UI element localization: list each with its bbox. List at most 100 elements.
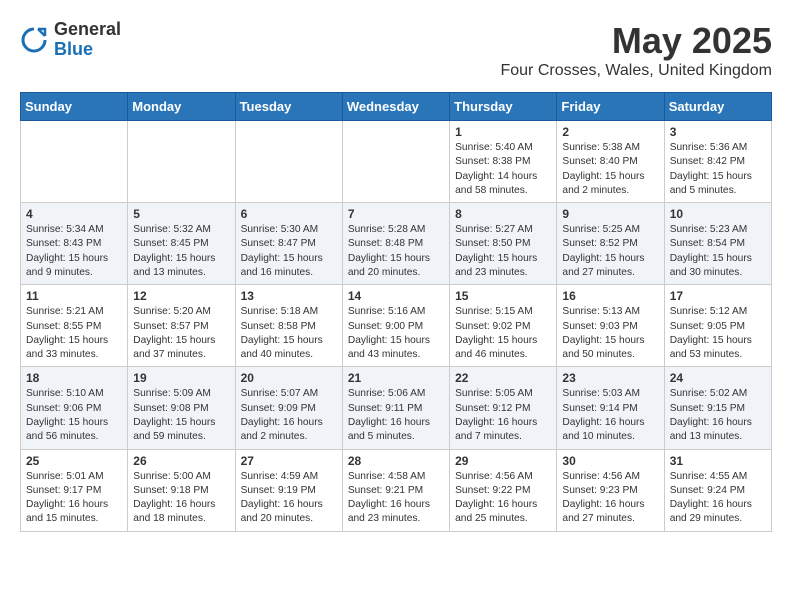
calendar-cell [21,121,128,203]
month-title: May 2025 [500,20,772,62]
day-info: Sunrise: 4:56 AMSunset: 9:22 PMDaylight:… [455,470,551,527]
calendar-cell: 25 Sunrise: 5:01 AMSunset: 9:17 PMDayligh… [21,449,128,531]
day-info: Sunrise: 5:16 AMSunset: 9:00 PMDaylight:… [348,305,444,362]
day-info: Sunrise: 5:05 AMSunset: 9:12 PMDaylight:… [455,387,551,444]
day-info: Sunrise: 5:10 AMSunset: 9:06 PMDaylight:… [26,387,122,444]
calendar-week-row: 18 Sunrise: 5:10 AMSunset: 9:06 PMDayligh… [21,367,772,449]
day-info: Sunrise: 5:23 AMSunset: 8:54 PMDaylight:… [670,223,766,280]
calendar-week-row: 25 Sunrise: 5:01 AMSunset: 9:17 PMDayligh… [21,449,772,531]
calendar-cell: 14 Sunrise: 5:16 AMSunset: 9:00 PMDayligh… [342,285,449,367]
day-info: Sunrise: 5:18 AMSunset: 8:58 PMDaylight:… [241,305,337,362]
day-info: Sunrise: 4:58 AMSunset: 9:21 PMDaylight:… [348,470,444,527]
day-number: 18 [26,371,122,385]
day-number: 21 [348,371,444,385]
day-info: Sunrise: 5:07 AMSunset: 9:09 PMDaylight:… [241,387,337,444]
day-number: 28 [348,454,444,468]
day-number: 8 [455,207,551,221]
day-info: Sunrise: 4:56 AMSunset: 9:23 PMDaylight:… [562,470,658,527]
day-number: 20 [241,371,337,385]
day-info: Sunrise: 5:28 AMSunset: 8:48 PMDaylight:… [348,223,444,280]
weekday-saturday: Saturday [664,93,771,121]
calendar-cell: 16 Sunrise: 5:13 AMSunset: 9:03 PMDayligh… [557,285,664,367]
calendar-cell: 12Sunrise: 5:20 AMSunset: 8:57 PMDayligh… [128,285,235,367]
weekday-friday: Friday [557,93,664,121]
day-number: 16 [562,289,658,303]
day-info: Sunrise: 5:36 AMSunset: 8:42 PMDaylight:… [670,141,766,198]
calendar-cell: 24 Sunrise: 5:02 AMSunset: 9:15 PMDayligh… [664,367,771,449]
day-info: Sunrise: 5:34 AMSunset: 8:43 PMDaylight:… [26,223,122,280]
logo-icon [20,26,48,54]
day-number: 29 [455,454,551,468]
logo: General Blue [20,20,121,60]
day-info: Sunrise: 5:06 AMSunset: 9:11 PMDaylight:… [348,387,444,444]
day-number: 19 [133,371,229,385]
location: Four Crosses, Wales, United Kingdom [500,62,772,80]
calendar-cell: 5 Sunrise: 5:32 AMSunset: 8:45 PMDaylight… [128,203,235,285]
day-info: Sunrise: 5:25 AMSunset: 8:52 PMDaylight:… [562,223,658,280]
calendar-week-row: 4 Sunrise: 5:34 AMSunset: 8:43 PMDaylight… [21,203,772,285]
day-number: 23 [562,371,658,385]
day-number: 4 [26,207,122,221]
day-number: 27 [241,454,337,468]
day-info: Sunrise: 5:13 AMSunset: 9:03 PMDaylight:… [562,305,658,362]
day-number: 17 [670,289,766,303]
logo-blue-text: Blue [54,39,93,59]
page-container: General Blue May 2025 Four Crosses, Wale… [0,0,792,542]
weekday-tuesday: Tuesday [235,93,342,121]
day-number: 22 [455,371,551,385]
day-number: 6 [241,207,337,221]
weekday-header-row: SundayMondayTuesdayWednesdayThursdayFrid… [21,93,772,121]
day-number: 9 [562,207,658,221]
calendar-week-row: 11 Sunrise: 5:21 AMSunset: 8:55 PMDayligh… [21,285,772,367]
calendar-cell: 10 Sunrise: 5:23 AMSunset: 8:54 PMDayligh… [664,203,771,285]
day-number: 1 [455,125,551,139]
calendar-cell: 29 Sunrise: 4:56 AMSunset: 9:22 PMDayligh… [450,449,557,531]
calendar-cell: 3Sunrise: 5:36 AMSunset: 8:42 PMDaylight… [664,121,771,203]
calendar-cell: 23Sunrise: 5:03 AMSunset: 9:14 PMDayligh… [557,367,664,449]
calendar-cell: 21 Sunrise: 5:06 AMSunset: 9:11 PMDayligh… [342,367,449,449]
calendar-week-row: 1 Sunrise: 5:40 AMSunset: 8:38 PMDaylight… [21,121,772,203]
day-info: Sunrise: 5:09 AMSunset: 9:08 PMDaylight:… [133,387,229,444]
day-number: 5 [133,207,229,221]
day-number: 26 [133,454,229,468]
day-info: Sunrise: 5:20 AMSunset: 8:57 PMDaylight:… [133,305,229,362]
day-number: 7 [348,207,444,221]
weekday-sunday: Sunday [21,93,128,121]
day-info: Sunrise: 5:15 AMSunset: 9:02 PMDaylight:… [455,305,551,362]
day-info: Sunrise: 5:40 AMSunset: 8:38 PMDaylight:… [455,141,551,198]
weekday-wednesday: Wednesday [342,93,449,121]
calendar-cell: 22 Sunrise: 5:05 AMSunset: 9:12 PMDayligh… [450,367,557,449]
weekday-monday: Monday [128,93,235,121]
day-number: 24 [670,371,766,385]
calendar-cell: 6Sunrise: 5:30 AMSunset: 8:47 PMDaylight… [235,203,342,285]
day-number: 10 [670,207,766,221]
calendar-cell: 1 Sunrise: 5:40 AMSunset: 8:38 PMDaylight… [450,121,557,203]
day-info: Sunrise: 5:02 AMSunset: 9:15 PMDaylight:… [670,387,766,444]
day-info: Sunrise: 5:27 AMSunset: 8:50 PMDaylight:… [455,223,551,280]
calendar-cell: 18 Sunrise: 5:10 AMSunset: 9:06 PMDayligh… [21,367,128,449]
day-number: 31 [670,454,766,468]
day-number: 25 [26,454,122,468]
calendar-cell: 7 Sunrise: 5:28 AMSunset: 8:48 PMDaylight… [342,203,449,285]
calendar-cell: 11 Sunrise: 5:21 AMSunset: 8:55 PMDayligh… [21,285,128,367]
calendar-cell: 28 Sunrise: 4:58 AMSunset: 9:21 PMDayligh… [342,449,449,531]
day-number: 13 [241,289,337,303]
day-info: Sunrise: 4:55 AMSunset: 9:24 PMDaylight:… [670,470,766,527]
calendar-table: SundayMondayTuesdayWednesdayThursdayFrid… [20,92,772,532]
title-block: May 2025 Four Crosses, Wales, United Kin… [500,20,772,80]
day-number: 2 [562,125,658,139]
calendar-cell: 30Sunrise: 4:56 AMSunset: 9:23 PMDayligh… [557,449,664,531]
day-number: 11 [26,289,122,303]
page-header: General Blue May 2025 Four Crosses, Wale… [20,20,772,80]
day-info: Sunrise: 5:01 AMSunset: 9:17 PMDaylight:… [26,470,122,527]
day-info: Sunrise: 5:21 AMSunset: 8:55 PMDaylight:… [26,305,122,362]
calendar-cell: 27 Sunrise: 4:59 AMSunset: 9:19 PMDayligh… [235,449,342,531]
calendar-cell: 26Sunrise: 5:00 AMSunset: 9:18 PMDayligh… [128,449,235,531]
day-number: 14 [348,289,444,303]
day-info: Sunrise: 5:32 AMSunset: 8:45 PMDaylight:… [133,223,229,280]
day-info: Sunrise: 4:59 AMSunset: 9:19 PMDaylight:… [241,470,337,527]
calendar-cell [342,121,449,203]
calendar-cell: 2 Sunrise: 5:38 AMSunset: 8:40 PMDaylight… [557,121,664,203]
calendar-cell: 31 Sunrise: 4:55 AMSunset: 9:24 PMDayligh… [664,449,771,531]
day-info: Sunrise: 5:38 AMSunset: 8:40 PMDaylight:… [562,141,658,198]
